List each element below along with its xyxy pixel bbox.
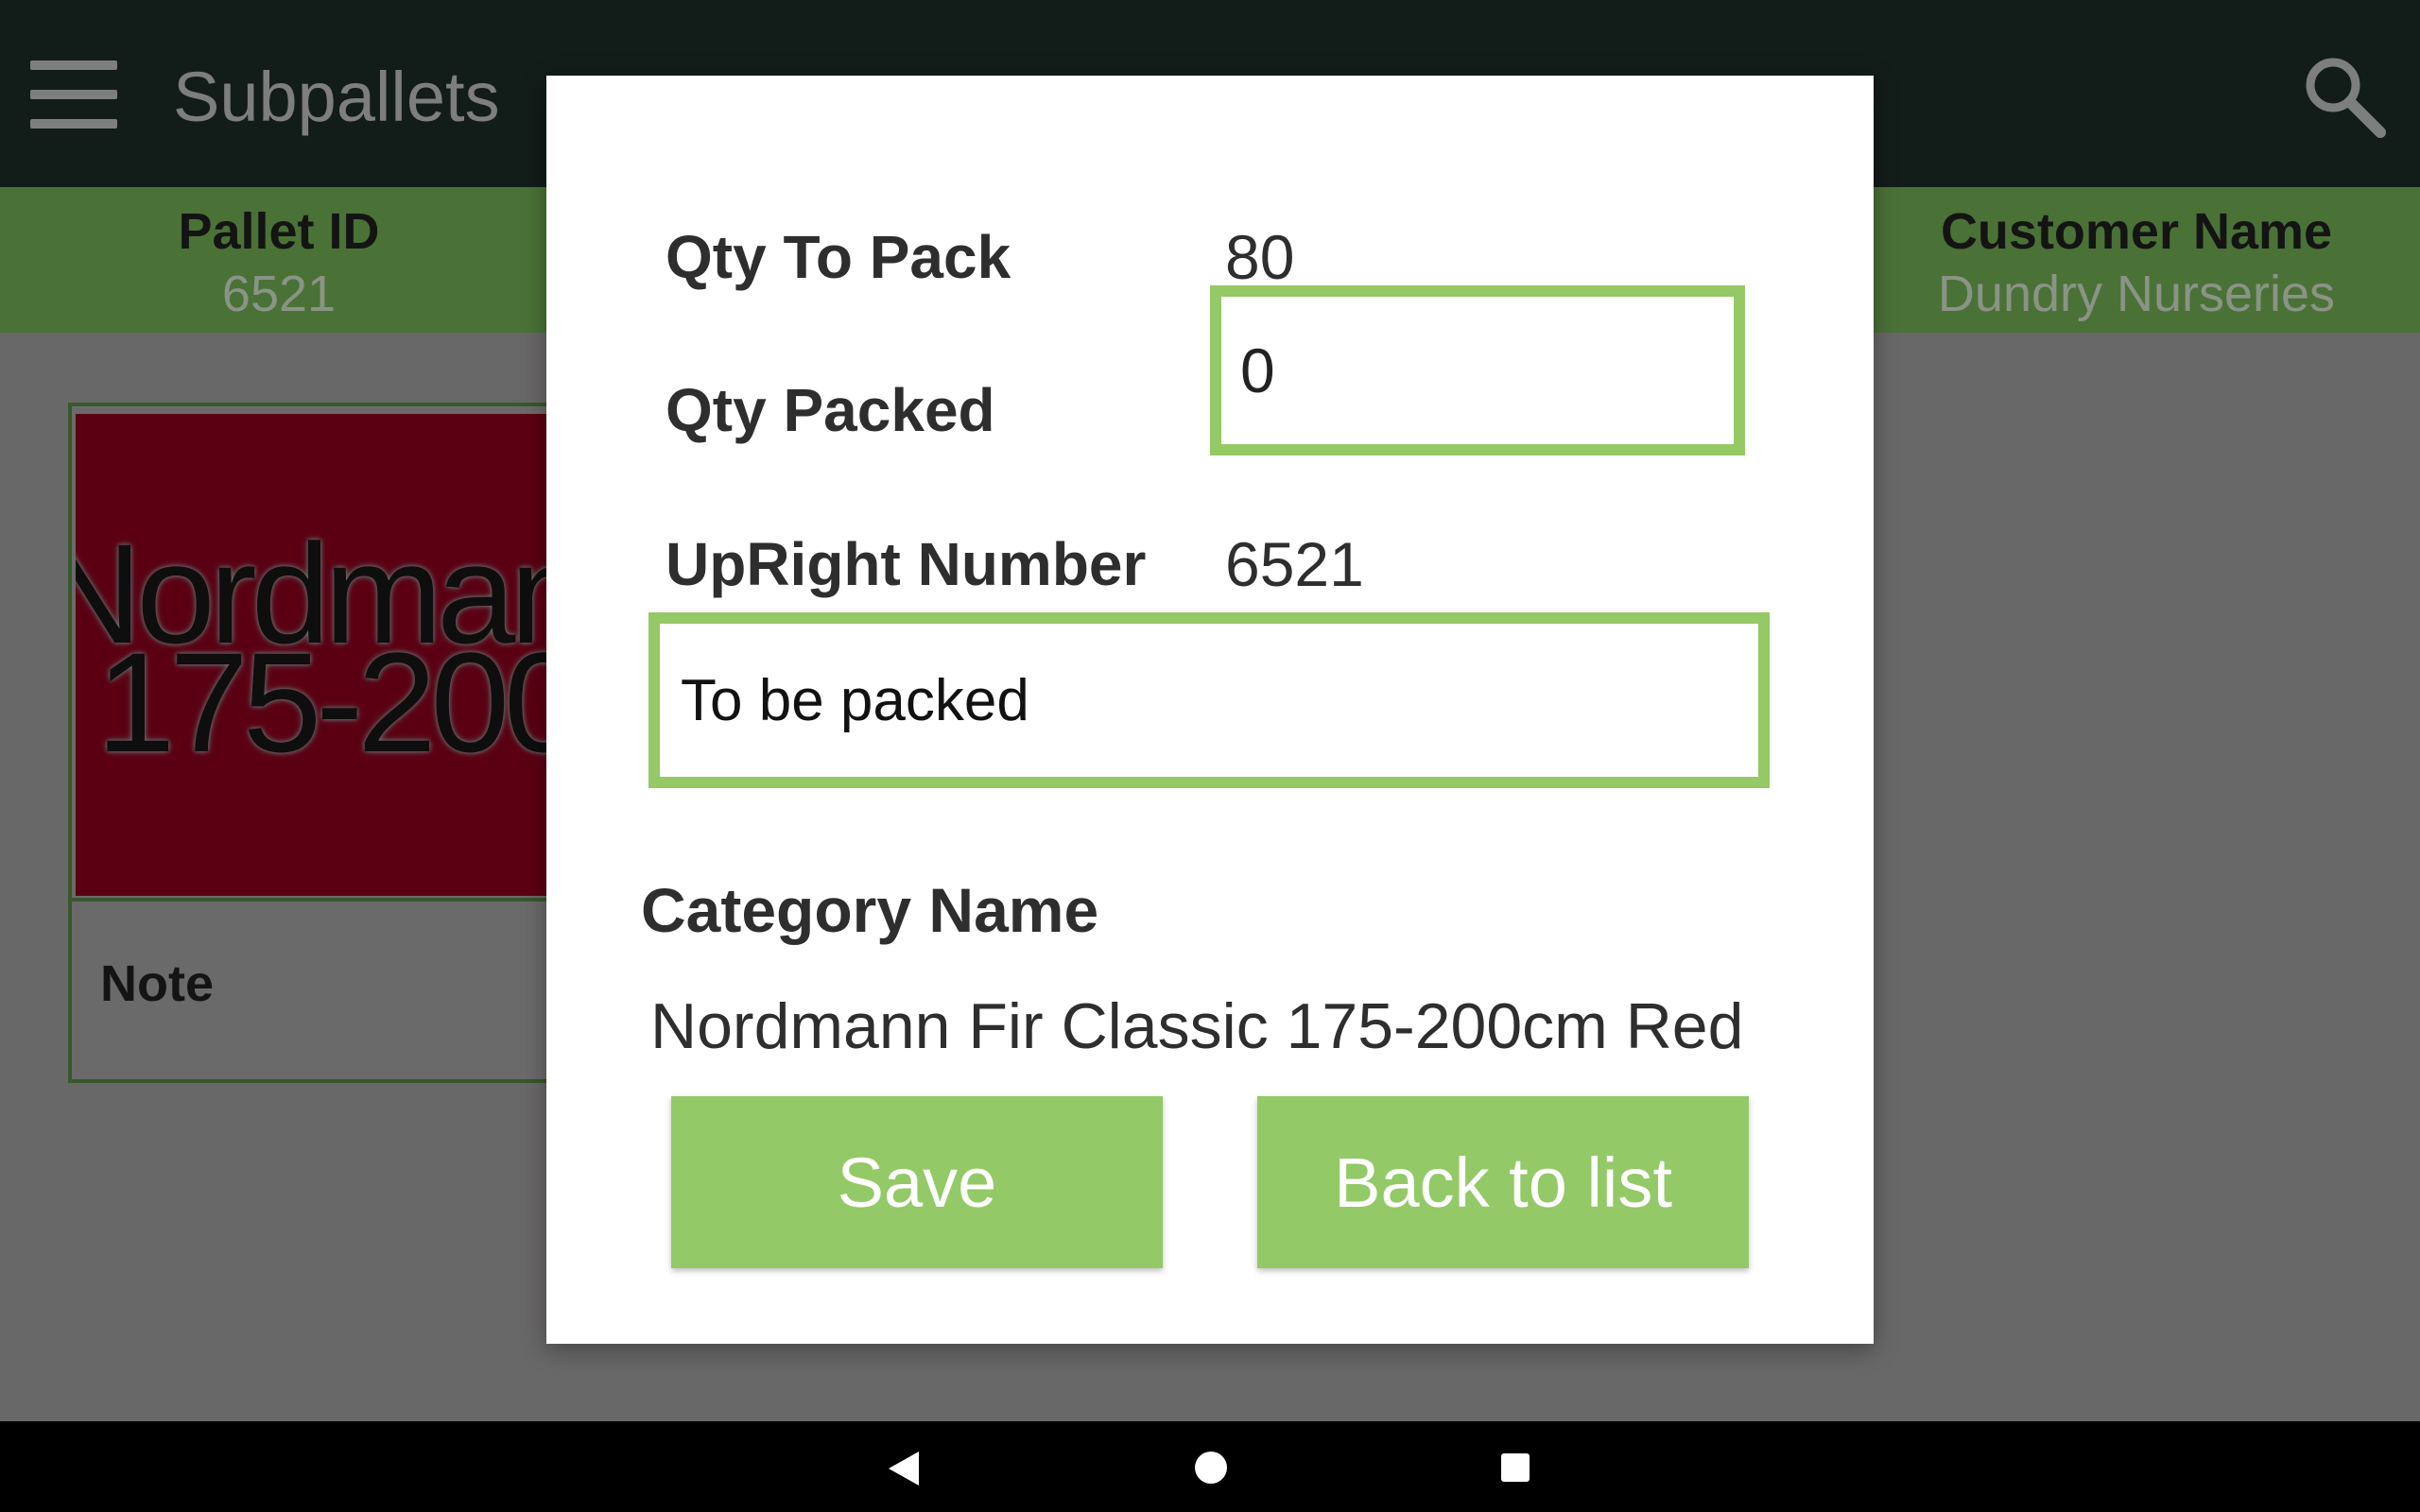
- upright-number-label: UpRight Number: [666, 530, 1147, 598]
- customer-name-label: Customer Name: [1940, 203, 2333, 260]
- pallet-id-column: Pallet ID 6521: [66, 200, 492, 325]
- save-button[interactable]: Save: [671, 1096, 1163, 1268]
- system-nav-bar: [0, 1421, 2420, 1512]
- upright-number-value: 6521: [1225, 529, 1364, 599]
- back-icon[interactable]: [887, 1450, 921, 1487]
- category-name-label: Category Name: [641, 875, 1099, 945]
- menu-icon[interactable]: [30, 60, 117, 129]
- category-name-value: Nordmann Fir Classic 175-200cm Red: [650, 990, 1744, 1062]
- subpallet-card[interactable]: Nordmann 175-200 Note: [68, 403, 560, 1083]
- pallet-id-label: Pallet ID: [178, 203, 380, 260]
- qty-to-pack-label: Qty To Pack: [666, 223, 1011, 291]
- pallet-id-value: 6521: [221, 266, 337, 322]
- qty-to-pack-value: 80: [1225, 222, 1295, 292]
- recents-icon[interactable]: [1501, 1453, 1530, 1482]
- product-label-image: Nordmann 175-200: [76, 414, 548, 896]
- card-divider: [72, 898, 556, 902]
- customer-name-value: Dundry Nurseries: [1937, 266, 2336, 322]
- image-text-line2: 175-200: [96, 623, 548, 782]
- qty-packed-input[interactable]: [1210, 285, 1745, 455]
- back-to-list-button[interactable]: Back to list: [1257, 1096, 1749, 1268]
- status-input[interactable]: [648, 612, 1770, 788]
- page-title: Subpallets: [173, 58, 500, 136]
- note-label: Note: [100, 955, 214, 1012]
- customer-name-column: Customer Name Dundry Nurseries: [1900, 200, 2373, 325]
- qty-packed-label: Qty Packed: [666, 376, 995, 444]
- home-icon[interactable]: [1195, 1452, 1227, 1484]
- screen: Subpallets Pallet ID 6521 Customer Name …: [0, 0, 2420, 1512]
- search-icon[interactable]: [2301, 53, 2386, 138]
- pack-dialog: Qty To Pack 80 Qty Packed UpRight Number…: [546, 76, 1874, 1344]
